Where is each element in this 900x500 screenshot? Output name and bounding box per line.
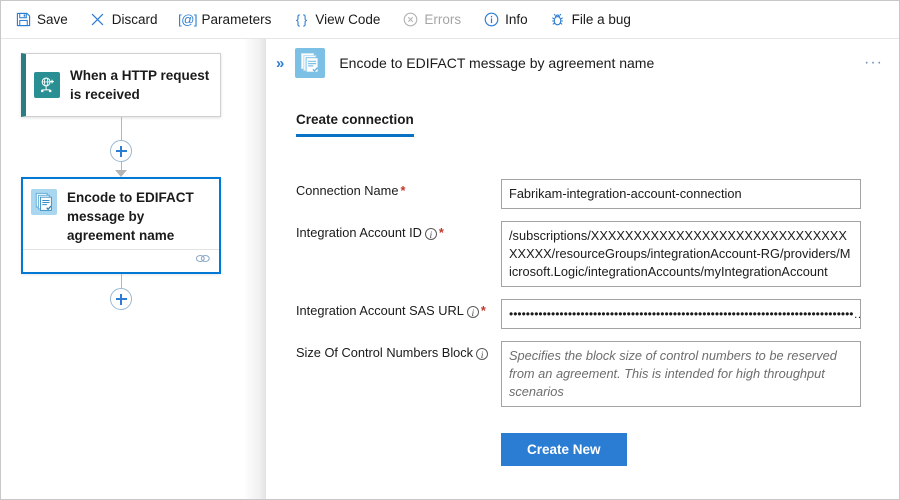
error-circle-x-icon bbox=[402, 12, 418, 28]
connector-arrow bbox=[115, 170, 127, 177]
integration-account-sas-url-input[interactable]: ••••••••••••••••••••••••••••••••••••••••… bbox=[501, 299, 861, 329]
bug-icon bbox=[550, 12, 566, 28]
connection-name-label: Connection Name* bbox=[296, 179, 501, 199]
link-connection-icon[interactable] bbox=[195, 252, 211, 270]
edifact-document-icon bbox=[31, 189, 57, 215]
command-toolbar: Save Discard [@] Parameters { } View Cod… bbox=[1, 1, 899, 39]
parameters-label: Parameters bbox=[202, 12, 272, 27]
workflow-node-trigger[interactable]: When a HTTP request is received bbox=[21, 53, 221, 117]
workflow-node-action[interactable]: Encode to EDIFACT message by agreement n… bbox=[21, 177, 221, 274]
at-bracket-icon: [@] bbox=[180, 12, 196, 28]
workflow-canvas[interactable]: When a HTTP request is received Encode bbox=[1, 39, 265, 500]
tab-create-connection[interactable]: Create connection bbox=[296, 112, 414, 137]
file-a-bug-label: File a bug bbox=[572, 12, 631, 27]
required-marker: * bbox=[481, 303, 486, 318]
http-request-icon bbox=[34, 72, 60, 98]
errors-button[interactable]: Errors bbox=[402, 12, 461, 28]
size-of-control-numbers-block-label: Size Of Control Numbers Blocki bbox=[296, 341, 501, 361]
connection-name-input[interactable]: Fabrikam-integration-account-connection bbox=[501, 179, 861, 209]
add-step-button-1[interactable] bbox=[110, 140, 132, 162]
panel-title: Encode to EDIFACT message by agreement n… bbox=[339, 55, 864, 71]
save-label: Save bbox=[37, 12, 68, 27]
parameters-button[interactable]: [@] Parameters bbox=[180, 12, 272, 28]
discard-label: Discard bbox=[112, 12, 158, 27]
view-code-label: View Code bbox=[315, 12, 380, 27]
create-connection-form: Connection Name* Fabrikam-integration-ac… bbox=[266, 179, 899, 466]
connector-line bbox=[121, 117, 122, 140]
integration-account-id-input[interactable]: /subscriptions/XXXXXXXXXXXXXXXXXXXXXXXXX… bbox=[501, 221, 861, 287]
form-row-integration-account-id: Integration Account IDi* /subscriptions/… bbox=[266, 221, 899, 287]
save-icon bbox=[15, 12, 31, 28]
action-node-title: Encode to EDIFACT message by agreement n… bbox=[67, 188, 209, 245]
discard-button[interactable]: Discard bbox=[90, 12, 158, 28]
required-marker: * bbox=[439, 225, 444, 240]
panel-header: » Encode to EDIFACT message by agreement… bbox=[266, 39, 899, 87]
action-node-footer bbox=[23, 249, 219, 272]
panel-more-menu-button[interactable]: ··· bbox=[864, 55, 883, 71]
integration-account-sas-url-label: Integration Account SAS URLi* bbox=[296, 299, 501, 319]
info-button[interactable]: Info bbox=[483, 12, 528, 28]
errors-label: Errors bbox=[424, 12, 461, 27]
trigger-node-title: When a HTTP request is received bbox=[70, 66, 210, 104]
info-circle-icon bbox=[483, 12, 499, 28]
action-details-panel: » Encode to EDIFACT message by agreement… bbox=[265, 39, 899, 500]
edifact-document-icon bbox=[295, 48, 325, 78]
info-label: Info bbox=[505, 12, 528, 27]
size-of-control-numbers-block-input[interactable]: Specifies the block size of control numb… bbox=[501, 341, 861, 407]
create-new-button[interactable]: Create New bbox=[501, 433, 627, 466]
info-icon[interactable]: i bbox=[467, 306, 479, 318]
integration-account-id-label: Integration Account IDi* bbox=[296, 221, 501, 241]
save-button[interactable]: Save bbox=[15, 12, 68, 28]
logic-app-designer-window: Save Discard [@] Parameters { } View Cod… bbox=[0, 0, 900, 500]
chevron-double-right-icon[interactable]: » bbox=[276, 56, 283, 71]
info-icon[interactable]: i bbox=[425, 228, 437, 240]
view-code-button[interactable]: { } View Code bbox=[293, 12, 380, 28]
required-marker: * bbox=[400, 183, 405, 198]
add-step-button-2[interactable] bbox=[110, 288, 132, 310]
close-x-icon bbox=[90, 12, 106, 28]
curly-braces-icon: { } bbox=[293, 12, 309, 28]
panel-tabs: Create connection bbox=[296, 111, 414, 137]
info-icon[interactable]: i bbox=[476, 348, 488, 360]
action-node-body: Encode to EDIFACT message by agreement n… bbox=[23, 179, 219, 249]
file-a-bug-button[interactable]: File a bug bbox=[550, 12, 631, 28]
form-row-size-of-control-numbers-block: Size Of Control Numbers Blocki Specifies… bbox=[266, 341, 899, 407]
connector-line bbox=[121, 274, 122, 288]
form-row-integration-account-sas-url: Integration Account SAS URLi* ••••••••••… bbox=[266, 299, 899, 329]
form-row-connection-name: Connection Name* Fabrikam-integration-ac… bbox=[266, 179, 899, 209]
